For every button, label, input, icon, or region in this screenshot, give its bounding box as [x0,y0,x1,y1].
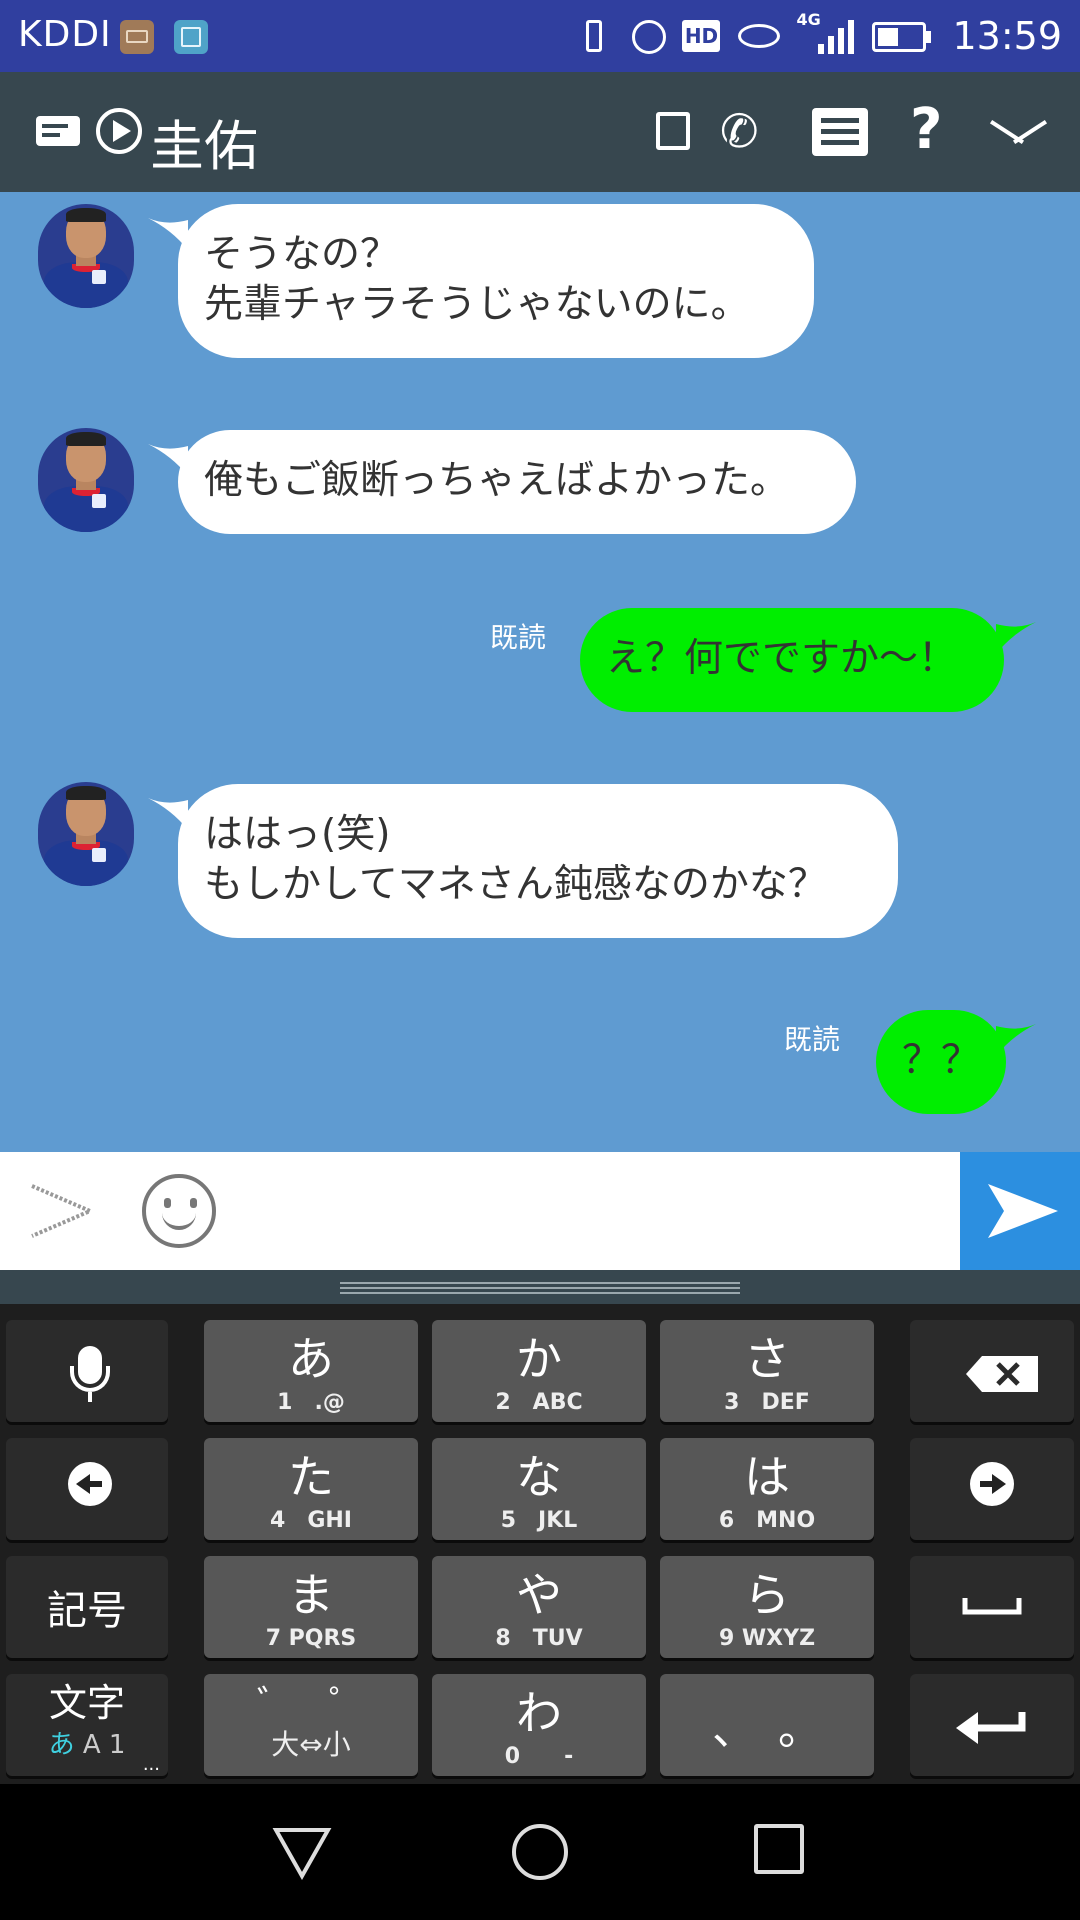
eye-comfort-icon [736,0,782,72]
collapse-icon[interactable] [990,114,1046,148]
key-ya[interactable]: や8 TUV [432,1556,646,1658]
status-bar: KDDI HD 4G 13:59 [0,0,1080,72]
emoji-icon[interactable] [142,1174,216,1248]
arrow-right-icon [970,1462,1014,1506]
key-ta[interactable]: た4 GHI [204,1438,418,1540]
voice-input-key[interactable] [6,1320,168,1422]
read-receipt: 既読 [490,621,547,654]
signal-icon: 4G [796,0,856,72]
hd-voice-icon: HD [682,0,722,72]
bubble-tail [996,622,1036,654]
message-input[interactable] [240,1172,940,1250]
message-icon[interactable] [36,116,80,146]
message-line: 俺もご飯断っちゃえばよかった。 [204,458,790,503]
cursor-left-key[interactable] [6,1438,168,1540]
message-line: そうなの？ [204,232,400,277]
message-line: え？何でですか～！ [606,636,958,681]
contact-avatar[interactable] [38,782,134,886]
contact-avatar[interactable] [38,428,134,532]
recent-apps-icon[interactable] [754,1824,804,1874]
message-bubble-outgoing[interactable]: ？？ [876,1010,1006,1114]
message-line: ？？ [901,1038,980,1083]
arrow-left-icon [68,1462,112,1506]
enter-key[interactable] [910,1674,1074,1776]
keyboard-resize-handle[interactable] [0,1270,1080,1304]
key-sa[interactable]: さ3 DEF [660,1320,874,1422]
space-icon [962,1598,1022,1615]
navigation-bar [0,1784,1080,1920]
home-icon[interactable] [512,1824,568,1880]
phone-icon[interactable]: ✆ [720,108,759,154]
key-ra[interactable]: ら9 WXYZ [660,1556,874,1658]
clock: 13:59 [952,14,1062,58]
key-ha[interactable]: は6 MNO [660,1438,874,1540]
key-punctuation[interactable]: 、 。 [660,1674,874,1776]
backspace-icon [966,1356,1038,1392]
network-type: 4G [796,10,821,29]
message-bubble-incoming[interactable]: そうなの？ 先輩チャラそうじゃないのに。 [178,204,814,358]
send-button[interactable] [960,1152,1080,1270]
battery-icon [870,0,932,72]
gallery-notification-icon [174,20,208,54]
message-input-bar [0,1152,1080,1270]
message-bubble-incoming[interactable]: 俺もご飯断っちゃえばよかった。 [178,430,856,534]
message-line: ははっ(笑) [204,812,391,857]
symbols-key[interactable]: 記号 [6,1556,168,1658]
message-line: もしかしてマネさん鈍感なのかな？ [204,862,827,907]
back-icon[interactable] [272,1824,332,1880]
carrier-label: KDDI [18,14,112,55]
key-wa[interactable]: わ0 - [432,1674,646,1776]
alarm-icon [628,0,668,72]
contact-avatar[interactable] [38,204,134,308]
send-icon [988,1184,1058,1238]
message-list[interactable]: そうなの？ 先輩チャラそうじゃないのに。 俺もご飯断っちゃえばよかった。 既読 … [0,192,1080,1152]
enter-icon [956,1712,1026,1744]
message-line: 先輩チャラそうじゃないのに。 [204,282,750,327]
key-na[interactable]: な5 JKL [432,1438,646,1540]
note-icon[interactable] [656,112,690,150]
contact-name: 圭佑 [150,115,258,178]
input-mode-key[interactable]: 文字 あ A 1 ... [6,1674,168,1776]
expand-icon[interactable] [28,1178,98,1244]
key-a[interactable]: あ1 .@ [204,1320,418,1422]
chat-header: 圭佑 ✆ ? [0,72,1080,192]
key-ma[interactable]: ま7 PQRS [204,1556,418,1658]
message-bubble-incoming[interactable]: ははっ(笑) もしかしてマネさん鈍感なのかな？ [178,784,898,938]
backspace-key[interactable] [910,1320,1074,1422]
keyboard-notification-icon [120,20,154,54]
read-receipt: 既読 [784,1023,841,1056]
help-icon[interactable]: ? [910,100,942,160]
space-key[interactable] [910,1556,1074,1658]
vibrate-icon [574,0,614,72]
play-icon[interactable] [96,108,142,154]
message-bubble-outgoing[interactable]: え？何でですか～！ [580,608,1004,712]
key-ka[interactable]: か2 ABC [432,1320,646,1422]
menu-icon[interactable] [812,108,868,156]
keyboard: あ1 .@ か2 ABC さ3 DEF た4 GHI な5 JKL は 6 MN… [0,1304,1080,1784]
cursor-right-key[interactable] [910,1438,1074,1540]
bubble-tail [996,1024,1036,1056]
chat-screen: KDDI HD 4G 13:59 圭佑 ✆ ? そうなの？ 先輩チャラそうじゃな… [0,0,1080,1920]
key-dakuten[interactable]: ゛ ゜ 大⇔小 [204,1674,418,1776]
